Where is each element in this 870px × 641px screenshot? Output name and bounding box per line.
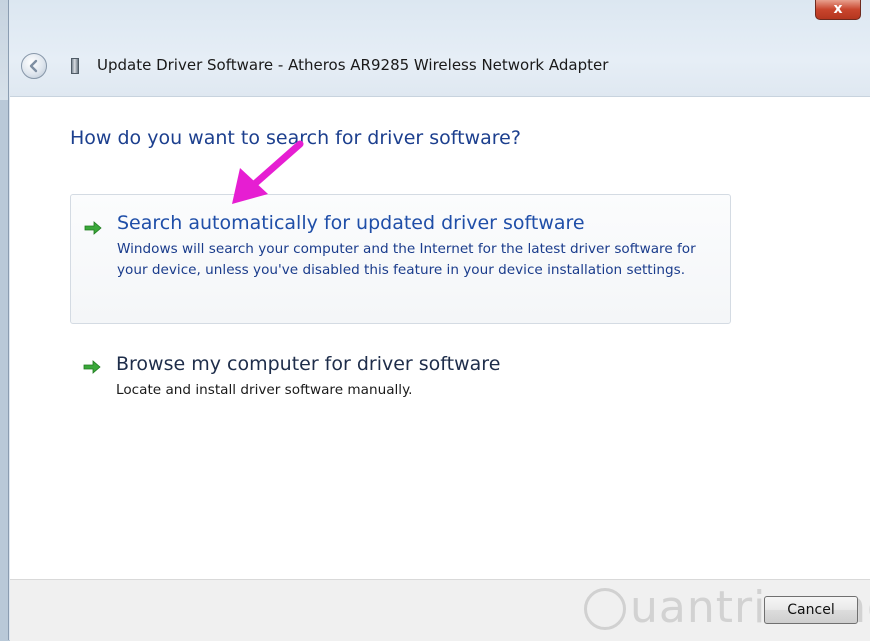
option-title: Search automatically for updated driver …: [117, 212, 585, 234]
close-button[interactable]: x: [815, 0, 861, 20]
cancel-button[interactable]: Cancel: [764, 596, 858, 624]
search-automatically-option[interactable]: Search automatically for updated driver …: [70, 194, 731, 324]
device-icon: [71, 58, 79, 74]
window-title: Update Driver Software - Atheros AR9285 …: [97, 56, 609, 74]
browse-computer-option[interactable]: Browse my computer for driver software L…: [70, 347, 731, 417]
option-title: Browse my computer for driver software: [116, 353, 501, 375]
back-button[interactable]: [21, 53, 47, 79]
dialog-footer: uantrimang Cancel: [10, 579, 870, 641]
option-description: Windows will search your computer and th…: [117, 241, 696, 278]
green-arrow-icon: [84, 221, 102, 235]
green-arrow-icon: [83, 360, 101, 374]
back-arrow-icon: [29, 59, 38, 73]
watermark-logo-icon: [584, 588, 626, 630]
option-description: Locate and install driver software manua…: [116, 382, 413, 398]
pink-arrow-icon: [232, 140, 304, 204]
dialog-content: How do you want to search for driver sof…: [10, 96, 870, 580]
